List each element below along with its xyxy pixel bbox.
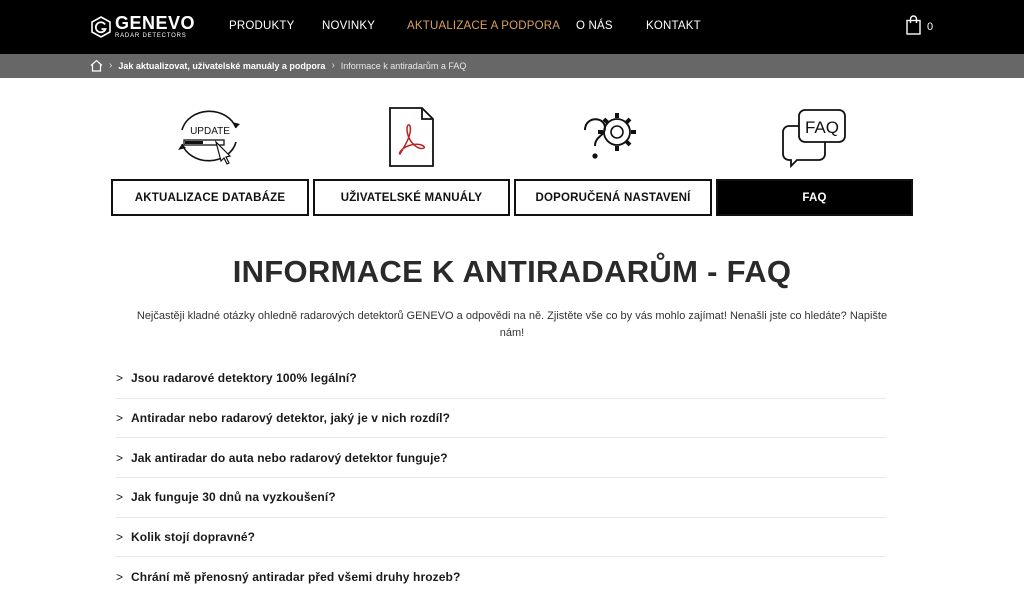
genevo-logo-icon bbox=[91, 16, 111, 38]
logo[interactable]: GENEVO RADAR DETECTORS bbox=[90, 14, 195, 40]
faq-item[interactable]: > Antiradar nebo radarový detektor, jaký… bbox=[116, 399, 886, 439]
logo-tagline: RADAR DETECTORS bbox=[115, 33, 187, 39]
chevron-right-icon: > bbox=[116, 570, 124, 585]
chevron-right-icon: > bbox=[116, 450, 124, 465]
pdf-document-icon[interactable] bbox=[376, 104, 446, 168]
faq-question: Jsou radarové detektory 100% legální? bbox=[131, 371, 357, 386]
chevron-right-icon: > bbox=[116, 490, 124, 505]
faq-question: Jak antiradar do auta nebo radarový dete… bbox=[131, 450, 448, 465]
faq-question: Chrání mě přenosný antiradar před všemi … bbox=[131, 570, 461, 585]
breadcrumb: › Jak aktualizovat, uživatelské manuály … bbox=[90, 59, 466, 72]
cart-button[interactable]: 0 bbox=[906, 15, 933, 35]
page-title: INFORMACE K ANTIRADARŮM - FAQ bbox=[232, 254, 792, 289]
intro-text: Nejčastěji kladné otázky ohledně radarov… bbox=[136, 310, 888, 339]
shopping-bag-icon bbox=[906, 15, 921, 35]
breadcrumb-bar: › Jak aktualizovat, uživatelské manuály … bbox=[0, 54, 1024, 78]
category-database-update-button[interactable]: AKTUALIZACE DATABÁZE bbox=[111, 179, 309, 216]
faq-item[interactable]: > Jak antiradar do auta nebo radarový de… bbox=[116, 438, 886, 479]
faq-item[interactable]: > Chrání mě přenosný antiradar před všem… bbox=[116, 557, 886, 597]
breadcrumb-link-support[interactable]: Jak aktualizovat, uživatelské manuály a … bbox=[118, 61, 325, 71]
faq-list: > Jsou radarové detektory 100% legální? … bbox=[116, 359, 886, 597]
nav-about[interactable]: O NÁS bbox=[576, 20, 613, 32]
svg-text:FAQ: FAQ bbox=[805, 118, 839, 137]
breadcrumb-separator: › bbox=[109, 60, 113, 71]
faq-question: Jak funguje 30 dnů na vyzkoušení? bbox=[131, 490, 336, 505]
category-faq-button[interactable]: FAQ bbox=[716, 179, 913, 216]
svg-text:UPDATE: UPDATE bbox=[190, 126, 230, 137]
faq-item[interactable]: > Kolik stojí dopravné? bbox=[116, 518, 886, 558]
category-recommended-settings-button[interactable]: DOPORUČENÁ NASTAVENÍ bbox=[514, 179, 712, 216]
faq-speech-bubble-icon[interactable]: FAQ bbox=[779, 104, 849, 168]
nav-updates-support[interactable]: AKTUALIZACE A PODPORA bbox=[407, 20, 560, 32]
update-icon[interactable]: UPDATE bbox=[174, 104, 244, 168]
category-manuals-button[interactable]: UŽIVATELSKÉ MANUÁLY bbox=[313, 179, 510, 216]
top-navigation: GENEVO RADAR DETECTORS PRODUKTY NOVINKY … bbox=[0, 0, 1024, 54]
faq-question: Antiradar nebo radarový detektor, jaký j… bbox=[131, 411, 451, 426]
chevron-right-icon: > bbox=[116, 411, 124, 426]
breadcrumb-separator: › bbox=[331, 60, 335, 71]
cart-count: 0 bbox=[927, 21, 934, 33]
faq-item[interactable]: > Jak funguje 30 dnů na vyzkoušení? bbox=[116, 478, 886, 518]
gear-question-icon[interactable] bbox=[577, 104, 647, 168]
logo-name: GENEVO bbox=[115, 13, 196, 33]
chevron-right-icon: > bbox=[116, 530, 124, 545]
nav-news[interactable]: NOVINKY bbox=[322, 20, 375, 32]
nav-products[interactable]: PRODUKTY bbox=[229, 20, 295, 32]
nav-contact[interactable]: KONTAKT bbox=[646, 20, 701, 32]
faq-question: Kolik stojí dopravné? bbox=[131, 530, 256, 545]
home-icon[interactable] bbox=[90, 59, 103, 72]
faq-item[interactable]: > Jsou radarové detektory 100% legální? bbox=[116, 359, 886, 399]
breadcrumb-current: Informace k antiradarům a FAQ bbox=[340, 60, 467, 71]
chevron-right-icon: > bbox=[116, 371, 124, 386]
